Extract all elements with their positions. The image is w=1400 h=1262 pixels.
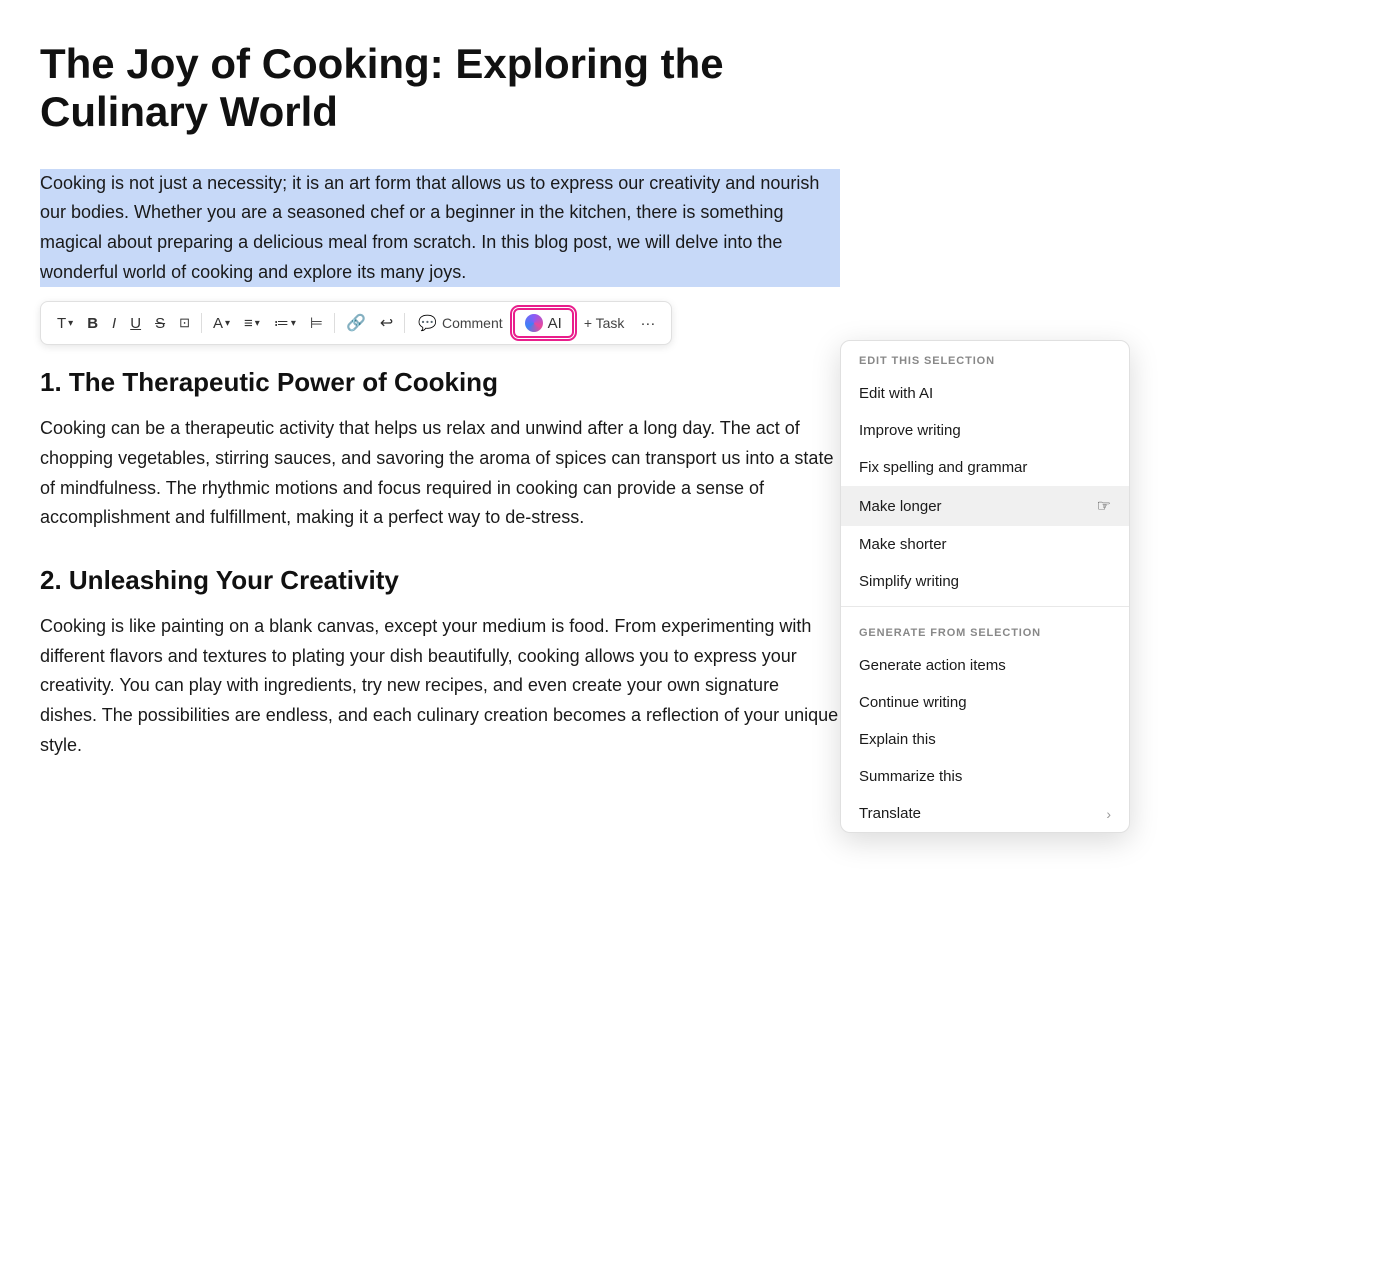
strikethrough-button[interactable]: S <box>149 311 171 336</box>
menu-item-make-shorter[interactable]: Make shorter <box>841 526 1129 563</box>
selected-text: Cooking is not just a necessity; it is a… <box>40 173 819 282</box>
menu-item-continue-writing[interactable]: Continue writing <box>841 684 1129 721</box>
text-style-button[interactable]: T ▾ <box>51 311 79 336</box>
section-2-heading: 2. Unleashing Your Creativity <box>40 565 840 596</box>
menu-item-generate-action-items[interactable]: Generate action items <box>841 647 1129 684</box>
edit-section-header: EDIT THIS SELECTION <box>841 341 1129 375</box>
section-2-body: Cooking is like painting on a blank canv… <box>40 612 840 760</box>
menu-item-improve-writing[interactable]: Improve writing <box>841 412 1129 449</box>
align-button[interactable]: ≡ ▾ <box>238 311 266 336</box>
toolbar-divider-2 <box>334 313 335 333</box>
undo-button[interactable]: ↩ <box>374 309 399 337</box>
menu-divider <box>841 606 1129 607</box>
menu-item-simplify-writing[interactable]: Simplify writing <box>841 563 1129 600</box>
list-button[interactable]: ≔ ▾ <box>268 310 302 336</box>
menu-item-fix-spelling[interactable]: Fix spelling and grammar <box>841 449 1129 486</box>
menu-item-edit-with-ai[interactable]: Edit with AI <box>841 375 1129 412</box>
menu-item-explain-this[interactable]: Explain this <box>841 721 1129 758</box>
selected-paragraph: Cooking is not just a necessity; it is a… <box>40 169 840 288</box>
comment-button[interactable]: 💬 Comment <box>410 310 510 336</box>
italic-button[interactable]: I <box>106 311 122 336</box>
generate-section-header: GENERATE FROM SELECTION <box>841 613 1129 647</box>
font-color-button[interactable]: A ▾ <box>207 311 236 336</box>
underline-button[interactable]: U <box>124 311 147 336</box>
ai-context-menu: EDIT THIS SELECTION Edit with AI Improve… <box>840 340 1130 833</box>
more-options-button[interactable]: ··· <box>634 311 661 336</box>
ai-icon <box>525 314 543 332</box>
frame-button[interactable]: ⊡ <box>173 311 196 335</box>
menu-item-summarize-this[interactable]: Summarize this <box>841 758 1129 795</box>
toolbar-divider-1 <box>201 313 202 333</box>
outdent-button[interactable]: ⊨ <box>304 310 329 336</box>
menu-item-make-longer[interactable]: Make longer ☞ <box>841 486 1129 526</box>
section-1-heading: 1. The Therapeutic Power of Cooking <box>40 367 840 398</box>
section-1-body: Cooking can be a therapeutic activity th… <box>40 414 840 533</box>
toolbar-divider-3 <box>404 313 405 333</box>
menu-item-translate[interactable]: Translate › <box>841 795 1129 832</box>
document-content: The Joy of Cooking: Exploring the Culina… <box>0 0 880 833</box>
document-title: The Joy of Cooking: Exploring the Culina… <box>40 40 840 137</box>
ai-button[interactable]: AI <box>513 308 574 338</box>
translate-arrow-icon: › <box>1106 806 1111 822</box>
task-button[interactable]: + Task <box>576 311 633 335</box>
formatting-toolbar: T ▾ B I U S ⊡ A ▾ ≡ ▾ ≔ ▾ ⊨ <box>40 301 672 345</box>
link-button[interactable]: 🔗 <box>340 309 372 337</box>
cursor-icon: ☞ <box>1097 496 1111 516</box>
bold-button[interactable]: B <box>81 311 104 336</box>
